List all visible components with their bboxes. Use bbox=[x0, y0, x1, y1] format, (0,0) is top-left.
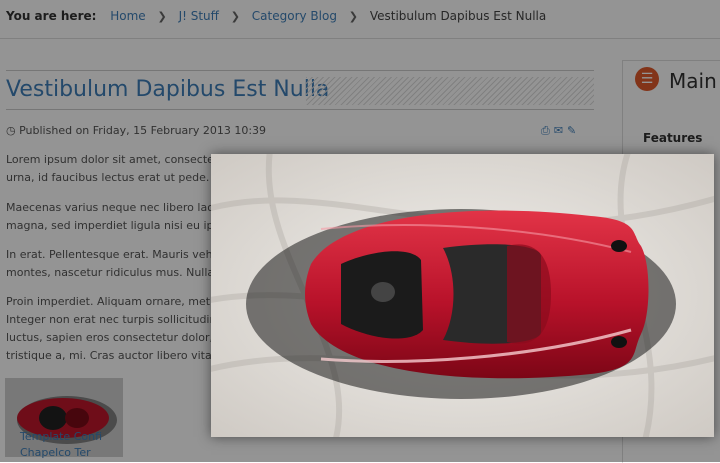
page: You are here: Home ❯ J! Stuff ❯ Category… bbox=[0, 0, 720, 463]
lightbox-image[interactable] bbox=[211, 154, 714, 437]
